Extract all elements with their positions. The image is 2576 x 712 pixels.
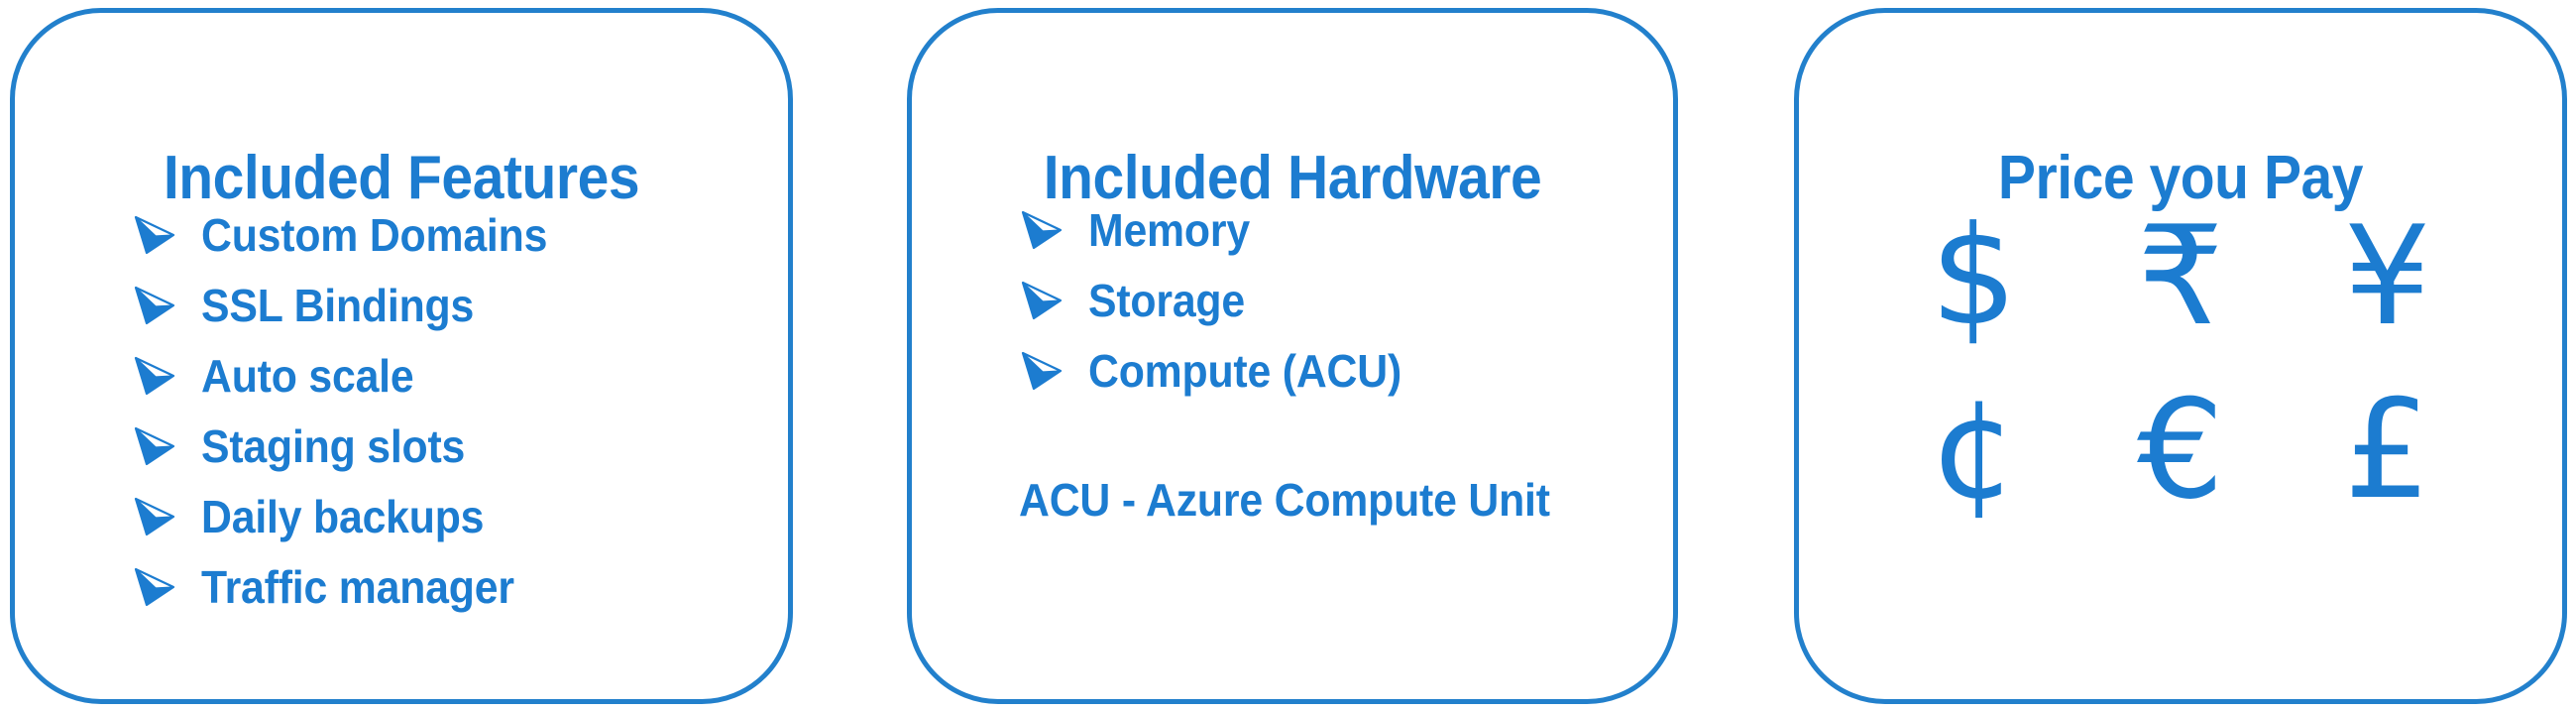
- arrowhead-bullet-icon: [132, 355, 175, 397]
- list-item-label: Storage: [1088, 274, 1245, 326]
- list-item-label: Memory: [1088, 203, 1250, 256]
- included-hardware-list: Memory Storage Compute (ACU): [1019, 194, 1425, 406]
- list-item-label: Traffic manager: [201, 560, 514, 613]
- arrowhead-bullet-icon: [132, 214, 175, 256]
- list-item: Auto scale: [132, 340, 573, 411]
- list-item: Compute (ACU): [1019, 335, 1425, 406]
- price-you-pay-card: Price you Pay $ ₹ ¥ ¢ € £: [1794, 8, 2567, 704]
- indian-rupee-sign-icon: ₹: [2137, 195, 2224, 356]
- list-item-label: SSL Bindings: [201, 279, 475, 331]
- list-item: SSL Bindings: [132, 270, 573, 340]
- list-item: Storage: [1019, 265, 1425, 335]
- list-item: Staging slots: [132, 411, 573, 481]
- arrowhead-bullet-icon: [132, 285, 175, 326]
- arrowhead-bullet-icon: [132, 425, 175, 467]
- yen-sign-icon: ¥: [2343, 195, 2431, 356]
- included-features-list: Custom Domains SSL Bindings Auto scale S…: [132, 199, 573, 622]
- pound-sign-icon: £: [2343, 369, 2431, 530]
- list-item-label: Staging slots: [201, 419, 466, 472]
- currency-symbol-grid: $ ₹ ¥ ¢ € £: [1870, 189, 2491, 536]
- list-item: Traffic manager: [132, 551, 573, 622]
- arrowhead-bullet-icon: [1019, 280, 1063, 321]
- arrowhead-bullet-icon: [132, 566, 175, 608]
- list-item-label: Auto scale: [201, 349, 414, 402]
- list-item-label: Custom Domains: [201, 208, 548, 261]
- list-item: Daily backups: [132, 481, 573, 551]
- acu-footnote: ACU - Azure Compute Unit: [1019, 474, 1550, 526]
- arrowhead-bullet-icon: [1019, 350, 1063, 392]
- arrowhead-bullet-icon: [132, 496, 175, 537]
- dollar-sign-icon: $: [1930, 195, 2018, 356]
- euro-sign-icon: €: [2137, 369, 2224, 530]
- list-item: Memory: [1019, 194, 1425, 265]
- list-item-label: Compute (ACU): [1088, 344, 1402, 397]
- included-hardware-card: Included Hardware Memory Storage Compute…: [907, 8, 1678, 704]
- slide-canvas: Included Features Custom Domains SSL Bin…: [0, 0, 2576, 712]
- list-item-label: Daily backups: [201, 490, 485, 542]
- cent-sign-icon: ¢: [1930, 369, 2018, 530]
- list-item: Custom Domains: [132, 199, 573, 270]
- included-features-card: Included Features Custom Domains SSL Bin…: [10, 8, 793, 704]
- arrowhead-bullet-icon: [1019, 209, 1063, 251]
